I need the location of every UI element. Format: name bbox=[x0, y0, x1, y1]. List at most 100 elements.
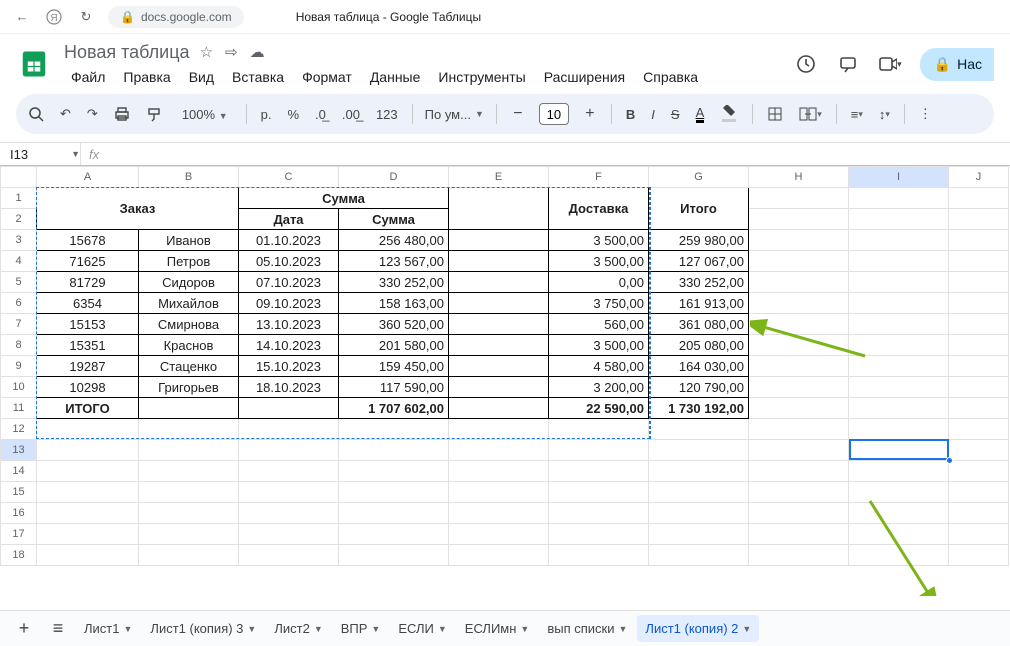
cell-ship[interactable]: 4 580,00 bbox=[549, 356, 649, 377]
cell-G14[interactable] bbox=[649, 461, 749, 482]
cell-A18[interactable] bbox=[37, 545, 139, 566]
cell-total[interactable]: 161 913,00 bbox=[649, 293, 749, 314]
row-header-5[interactable]: 5 bbox=[1, 272, 37, 293]
cell-I18[interactable] bbox=[849, 545, 949, 566]
row-header-16[interactable]: 16 bbox=[1, 503, 37, 524]
cell-C18[interactable] bbox=[239, 545, 339, 566]
t-b[interactable] bbox=[139, 398, 239, 419]
header-summa[interactable]: Сумма bbox=[339, 209, 449, 230]
cell-H[interactable] bbox=[749, 377, 849, 398]
col-header-H[interactable]: H bbox=[749, 167, 849, 188]
row-header-12[interactable]: 12 bbox=[1, 419, 37, 440]
history-icon[interactable] bbox=[794, 52, 818, 76]
paint-format-icon[interactable] bbox=[144, 106, 164, 122]
cell-e[interactable] bbox=[449, 335, 549, 356]
cell-e[interactable] bbox=[449, 230, 549, 251]
cell-name[interactable]: Стаценко bbox=[139, 356, 239, 377]
cell-id[interactable]: 15153 bbox=[37, 314, 139, 335]
header-empty[interactable] bbox=[449, 188, 549, 230]
cell-H[interactable] bbox=[749, 272, 849, 293]
strike-button[interactable]: S bbox=[669, 107, 682, 122]
percent-format[interactable]: % bbox=[285, 107, 301, 122]
cell-e[interactable] bbox=[449, 251, 549, 272]
cell-I[interactable] bbox=[849, 356, 949, 377]
cell-total[interactable]: 330 252,00 bbox=[649, 272, 749, 293]
v-align-button[interactable]: ↕ ▾ bbox=[877, 107, 892, 122]
cell-E17[interactable] bbox=[449, 524, 549, 545]
chevron-down-icon[interactable]: ▼ bbox=[742, 624, 751, 634]
cell-I[interactable] bbox=[849, 335, 949, 356]
cell-F14[interactable] bbox=[549, 461, 649, 482]
cell-id[interactable]: 19287 bbox=[37, 356, 139, 377]
col-header-C[interactable]: C bbox=[239, 167, 339, 188]
cloud-icon[interactable]: ☁ bbox=[250, 43, 265, 61]
cell-H17[interactable] bbox=[749, 524, 849, 545]
cell-J[interactable] bbox=[949, 293, 1009, 314]
cell-id[interactable]: 10298 bbox=[37, 377, 139, 398]
cell-e[interactable] bbox=[449, 356, 549, 377]
row-header-14[interactable]: 14 bbox=[1, 461, 37, 482]
menu-данные[interactable]: Данные bbox=[363, 67, 428, 87]
cell-A14[interactable] bbox=[37, 461, 139, 482]
cell-E16[interactable] bbox=[449, 503, 549, 524]
cell-C17[interactable] bbox=[239, 524, 339, 545]
cell-H18[interactable] bbox=[749, 545, 849, 566]
sheet-tab-5[interactable]: ЕСЛИмн ▼ bbox=[457, 615, 538, 642]
font-select[interactable]: По ум... ▼ bbox=[425, 107, 484, 122]
cell-D13[interactable] bbox=[339, 440, 449, 461]
cell-I[interactable] bbox=[849, 314, 949, 335]
cell-H13[interactable] bbox=[749, 440, 849, 461]
currency-format[interactable]: р. bbox=[259, 107, 274, 122]
cell-E12[interactable] bbox=[449, 419, 549, 440]
undo-icon[interactable]: ↶ bbox=[58, 106, 73, 122]
cell-B18[interactable] bbox=[139, 545, 239, 566]
cell-J[interactable] bbox=[949, 230, 1009, 251]
cell-e[interactable] bbox=[449, 293, 549, 314]
cell-sum[interactable]: 330 252,00 bbox=[339, 272, 449, 293]
merge-button[interactable]: ▾ bbox=[797, 107, 824, 121]
cell-sum[interactable]: 159 450,00 bbox=[339, 356, 449, 377]
cell-I17[interactable] bbox=[849, 524, 949, 545]
reload-button[interactable]: ↻ bbox=[76, 7, 96, 27]
cell-date[interactable]: 05.10.2023 bbox=[239, 251, 339, 272]
row-header-17[interactable]: 17 bbox=[1, 524, 37, 545]
star-icon[interactable]: ☆ bbox=[200, 43, 213, 61]
header-itogo[interactable]: Итого bbox=[649, 188, 749, 230]
cell-D18[interactable] bbox=[339, 545, 449, 566]
cell-F13[interactable] bbox=[549, 440, 649, 461]
sheet-tab-6[interactable]: вып списки ▼ bbox=[539, 615, 635, 642]
cell-J1[interactable] bbox=[949, 188, 1009, 209]
cell-J16[interactable] bbox=[949, 503, 1009, 524]
cell-H11[interactable] bbox=[749, 398, 849, 419]
cell-E18[interactable] bbox=[449, 545, 549, 566]
header-dostavka[interactable]: Доставка bbox=[549, 188, 649, 230]
cell-J[interactable] bbox=[949, 377, 1009, 398]
cell-date[interactable]: 09.10.2023 bbox=[239, 293, 339, 314]
cell-J[interactable] bbox=[949, 314, 1009, 335]
row-header-13[interactable]: 13 bbox=[1, 440, 37, 461]
header-date[interactable]: Дата bbox=[239, 209, 339, 230]
cell-E13[interactable] bbox=[449, 440, 549, 461]
increase-decimal[interactable]: .00̲ bbox=[340, 107, 362, 122]
cell-H2[interactable] bbox=[749, 209, 849, 230]
cell-id[interactable]: 6354 bbox=[37, 293, 139, 314]
col-header-G[interactable]: G bbox=[649, 167, 749, 188]
sheet-tab-3[interactable]: ВПР ▼ bbox=[333, 615, 389, 642]
cell-name[interactable]: Краснов bbox=[139, 335, 239, 356]
cell-J11[interactable] bbox=[949, 398, 1009, 419]
doc-title[interactable]: Новая таблица bbox=[64, 42, 190, 63]
active-cell-handle[interactable] bbox=[946, 457, 953, 464]
menu-вставка[interactable]: Вставка bbox=[225, 67, 291, 87]
row-header-2[interactable]: 2 bbox=[1, 209, 37, 230]
cell-G16[interactable] bbox=[649, 503, 749, 524]
cell-H15[interactable] bbox=[749, 482, 849, 503]
cell-A15[interactable] bbox=[37, 482, 139, 503]
t-c[interactable] bbox=[239, 398, 339, 419]
cell-I16[interactable] bbox=[849, 503, 949, 524]
cell-G18[interactable] bbox=[649, 545, 749, 566]
cell-H14[interactable] bbox=[749, 461, 849, 482]
cell-date[interactable]: 14.10.2023 bbox=[239, 335, 339, 356]
cell-date[interactable]: 15.10.2023 bbox=[239, 356, 339, 377]
cell-H[interactable] bbox=[749, 293, 849, 314]
cell-J14[interactable] bbox=[949, 461, 1009, 482]
